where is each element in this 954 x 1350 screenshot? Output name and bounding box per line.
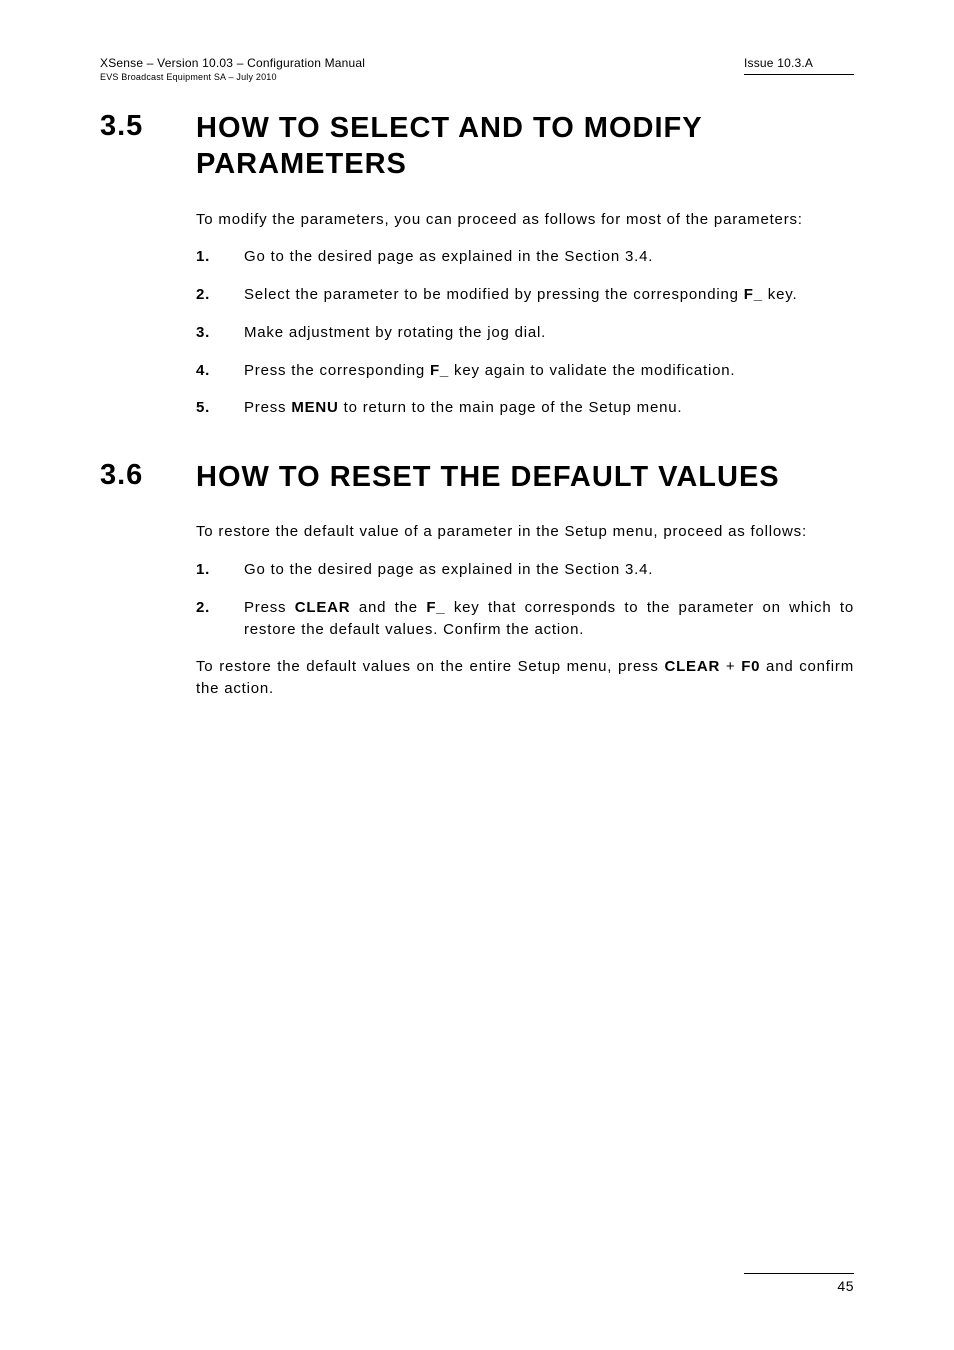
- list-item: 5. Press MENU to return to the main page…: [196, 397, 854, 419]
- section-3-5-number: 3.5: [100, 110, 196, 143]
- list-number: 4.: [196, 360, 244, 382]
- page-header: XSense – Version 10.03 – Configuration M…: [100, 56, 854, 82]
- section-3-6-number: 3.6: [100, 459, 196, 492]
- header-right: Issue 10.3.A: [744, 56, 854, 75]
- key-menu: MENU: [291, 399, 338, 416]
- list-number: 1.: [196, 559, 244, 581]
- section-3-6-heading: 3.6 HOW TO RESET THE DEFAULT VALUES: [100, 459, 854, 495]
- footer-rule: [744, 1273, 854, 1274]
- section-3-5: 3.5 HOW TO SELECT AND TO MODIFY PARAMETE…: [100, 110, 854, 419]
- list-text: Press the corresponding F_ key again to …: [244, 360, 854, 382]
- section-3-5-intro: To modify the parameters, you can procee…: [196, 209, 854, 231]
- list-text: Press MENU to return to the main page of…: [244, 397, 854, 419]
- page: XSense – Version 10.03 – Configuration M…: [0, 0, 954, 1350]
- list-text: Press CLEAR and the F_ key that correspo…: [244, 597, 854, 641]
- list-item: 2. Press CLEAR and the F_ key that corre…: [196, 597, 854, 641]
- list-text: Go to the desired page as explained in t…: [244, 559, 854, 581]
- header-doc-title: XSense – Version 10.03 – Configuration M…: [100, 56, 365, 70]
- list-item: 1. Go to the desired page as explained i…: [196, 559, 854, 581]
- key-clear: CLEAR: [295, 599, 351, 616]
- key-f: F_: [744, 286, 763, 303]
- key-f: F_: [426, 599, 445, 616]
- list-item: 4. Press the corresponding F_ key again …: [196, 360, 854, 382]
- header-company: EVS Broadcast Equipment SA – July 2010: [100, 72, 365, 82]
- section-3-6-intro: To restore the default value of a parame…: [196, 521, 854, 543]
- list-number: 2.: [196, 597, 244, 641]
- page-number: 45: [744, 1278, 854, 1294]
- list-number: 2.: [196, 284, 244, 306]
- list-number: 1.: [196, 246, 244, 268]
- list-number: 3.: [196, 322, 244, 344]
- section-3-5-body: To modify the parameters, you can procee…: [196, 209, 854, 420]
- section-3-6-outro: To restore the default values on the ent…: [196, 656, 854, 700]
- list-item: 3. Make adjustment by rotating the jog d…: [196, 322, 854, 344]
- list-text: Make adjustment by rotating the jog dial…: [244, 322, 854, 344]
- key-clear: CLEAR: [664, 658, 720, 675]
- list-item: 2. Select the parameter to be modified b…: [196, 284, 854, 306]
- section-3-6-title: HOW TO RESET THE DEFAULT VALUES: [196, 459, 780, 495]
- section-3-6-body: To restore the default value of a parame…: [196, 521, 854, 700]
- list-text: Go to the desired page as explained in t…: [244, 246, 854, 268]
- header-left: XSense – Version 10.03 – Configuration M…: [100, 56, 365, 82]
- page-footer: 45: [744, 1273, 854, 1294]
- section-3-5-title: HOW TO SELECT AND TO MODIFY PARAMETERS: [196, 110, 854, 183]
- list-item: 1. Go to the desired page as explained i…: [196, 246, 854, 268]
- section-3-6: 3.6 HOW TO RESET THE DEFAULT VALUES To r…: [100, 459, 854, 700]
- header-rule: [744, 74, 854, 75]
- list-number: 5.: [196, 397, 244, 419]
- key-f0: F0: [741, 658, 760, 675]
- list-text: Select the parameter to be modified by p…: [244, 284, 854, 306]
- header-issue: Issue 10.3.A: [744, 56, 854, 70]
- key-f: F_: [430, 362, 449, 379]
- section-3-5-heading: 3.5 HOW TO SELECT AND TO MODIFY PARAMETE…: [100, 110, 854, 183]
